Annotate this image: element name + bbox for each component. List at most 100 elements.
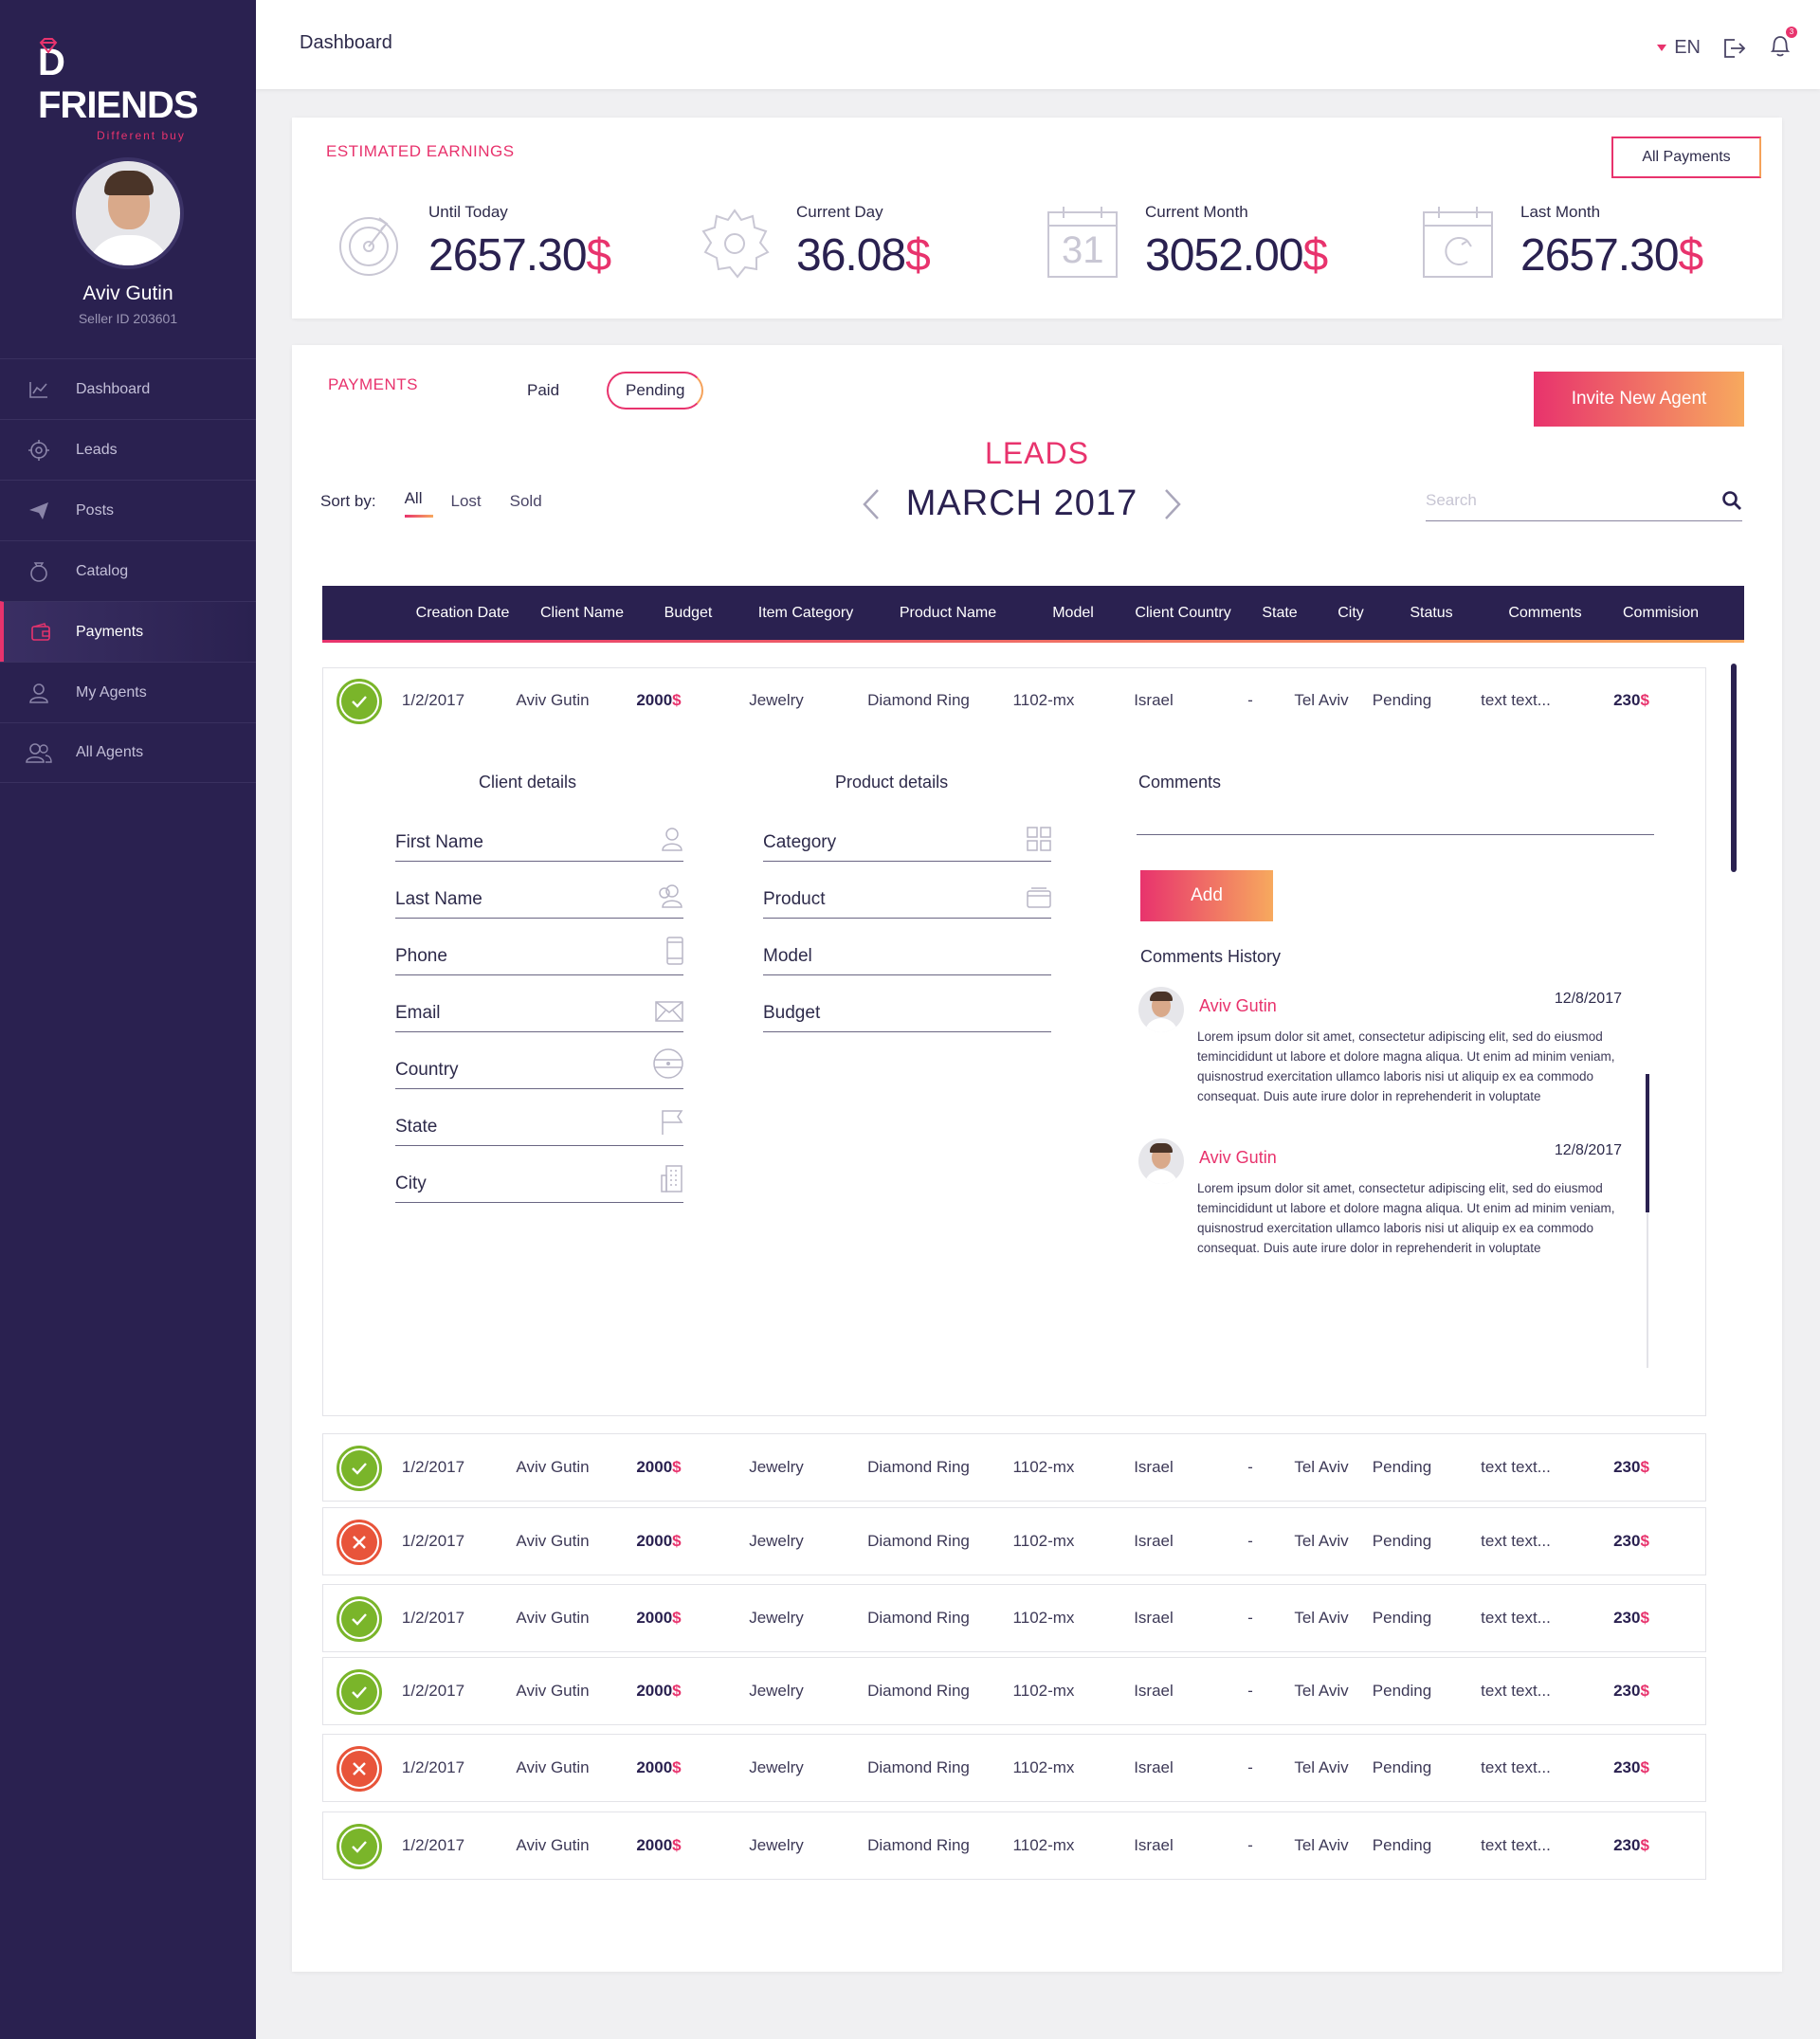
first-name-field[interactable]: First Name [395,816,683,862]
column-header[interactable]: Creation Date [416,586,510,640]
x-circle-icon[interactable] [337,1520,382,1565]
cell-city: Tel Aviv [1294,1758,1349,1776]
cell-budget: 2000 $ [636,1458,682,1476]
cell-product: Diamond Ring [867,1758,970,1776]
cell-comments: text text... [1481,1682,1551,1700]
language-selector[interactable]: EN [1657,37,1701,59]
cell-date: 1/2/2017 [401,1836,465,1854]
phone-field[interactable]: Phone [395,930,683,975]
logout-icon[interactable] [1721,36,1746,61]
column-header[interactable]: Budget [664,586,713,640]
comment-input[interactable] [1137,784,1654,835]
sidebar-item-catalog[interactable]: Catalog [0,540,256,601]
invite-new-agent-button[interactable]: Invite New Agent [1534,372,1744,427]
chevron-left-icon[interactable] [861,487,882,521]
user-icon [29,683,48,703]
search-icon[interactable] [1721,490,1742,511]
sidebar-item-all-agents[interactable]: All Agents [0,722,256,783]
table-row[interactable]: 1/2/2017 Aviv Gutin 2000 $ Jewelry Diamond Ri… [322,1811,1706,1880]
cell-product: Diamond Ring [867,1836,970,1854]
diamond-icon [39,38,58,54]
notifications-button[interactable]: 3 [1767,27,1797,64]
tab-pending[interactable]: Pending [607,372,704,410]
check-circle-icon[interactable] [337,1824,382,1869]
state-field[interactable]: State [395,1101,683,1146]
cell-state: - [1247,1532,1253,1550]
ring-icon [30,561,47,582]
comments-scrollbar[interactable] [1646,1074,1649,1368]
cell-category: Jewelry [749,691,804,709]
person-icon [662,828,682,851]
stat-last-month: Last Month 2657.30$ [1420,201,1703,282]
sidebar-item-my-agents[interactable]: My Agents [0,662,256,722]
column-header[interactable]: Client Name [540,586,624,640]
email-field[interactable]: Email [395,987,683,1032]
category-field[interactable]: Category [763,816,1051,862]
column-header[interactable]: Item Category [758,586,853,640]
product-field[interactable]: Product [763,873,1051,919]
cell-country: Israel [1134,1532,1174,1550]
cell-model: 1102-mx [1012,691,1075,709]
column-header[interactable]: State [1262,586,1297,640]
target-icon [28,439,49,461]
cell-city: Tel Aviv [1294,1458,1349,1476]
sidebar-item-dashboard[interactable]: Dashboard [0,358,256,419]
last-name-field[interactable]: Last Name [395,873,683,919]
sort-sold[interactable]: Sold [510,492,542,511]
avatar[interactable] [72,157,184,269]
check-circle-icon[interactable] [337,1669,382,1715]
tab-paid[interactable]: Paid [527,381,559,400]
search-input[interactable] [1426,490,1691,510]
cell-model: 1102-mx [1012,1682,1075,1700]
table-scrollbar[interactable] [1731,664,1737,872]
cell-city: Tel Aviv [1294,1836,1349,1854]
table-row[interactable]: 1/2/2017 Aviv Gutin 2000 $ Jewelry Diamond Ri… [322,1507,1706,1575]
cell-state: - [1247,1458,1253,1476]
column-header[interactable]: City [1338,586,1364,640]
check-circle-icon[interactable] [337,1596,382,1642]
cell-comments: text text... [1481,1836,1551,1854]
all-payments-button[interactable]: All Payments [1611,137,1761,178]
page-title: Dashboard [300,32,392,53]
budget-field[interactable]: Budget [763,987,1051,1032]
table-row[interactable]: 1/2/2017 Aviv Gutin 2000 $ Jewelry Diamond Ri… [322,1433,1706,1502]
building-icon [661,1165,682,1192]
column-header[interactable]: Status [1410,586,1452,640]
sidebar-item-leads[interactable]: Leads [0,419,256,480]
column-header[interactable]: Comments [1508,586,1581,640]
table-row[interactable]: 1/2/2017 Aviv Gutin 2000 $ Jewelry Diamond Ri… [322,1734,1706,1802]
column-header[interactable]: Product Name [900,586,996,640]
sort-lost[interactable]: Lost [451,492,482,511]
country-field[interactable]: Country [395,1044,683,1089]
logo[interactable]: D FRIENDS Different buy [38,38,228,142]
sidebar-item-posts[interactable]: Posts [0,480,256,540]
column-header[interactable]: Client Country [1135,586,1230,640]
cell-model: 1102-mx [1012,1532,1075,1550]
cell-date: 1/2/2017 [401,1682,465,1700]
chevron-right-icon[interactable] [1162,487,1183,521]
add-comment-button[interactable]: Add [1140,870,1273,921]
sidebar: D FRIENDS Different buy Aviv Gutin Selle… [0,0,256,2039]
city-field[interactable]: City [395,1157,683,1203]
column-header[interactable]: Commision [1623,586,1699,640]
comment-author[interactable]: Aviv Gutin [1199,996,1277,1016]
check-circle-icon[interactable] [337,679,382,724]
cell-commission: 230 $ [1613,1458,1649,1476]
cell-date: 1/2/2017 [401,1532,465,1550]
column-header[interactable]: Model [1052,586,1094,640]
sort-all[interactable]: All [404,489,433,518]
check-circle-icon[interactable] [337,1446,382,1491]
client-details-title: Client details [479,773,577,792]
people-icon [659,884,682,908]
cell-budget: 2000 $ [636,1682,682,1700]
sidebar-item-payments[interactable]: Payments [0,601,256,662]
comment-author[interactable]: Aviv Gutin [1199,1148,1277,1168]
cell-status-text: Pending [1372,1758,1432,1776]
table-row[interactable]: 1/2/2017 Aviv Gutin 2000 $ Jewelry Diamond Ri… [323,667,1705,736]
flag-icon [662,1110,683,1135]
table-row[interactable]: 1/2/2017 Aviv Gutin 2000 $ Jewelry Diamond Ri… [322,1584,1706,1652]
x-circle-icon[interactable] [337,1746,382,1792]
table-row[interactable]: 1/2/2017 Aviv Gutin 2000 $ Jewelry Diamond Ri… [322,1657,1706,1725]
sidebar-item-label: Posts [76,501,115,519]
model-field[interactable]: Model [763,930,1051,975]
